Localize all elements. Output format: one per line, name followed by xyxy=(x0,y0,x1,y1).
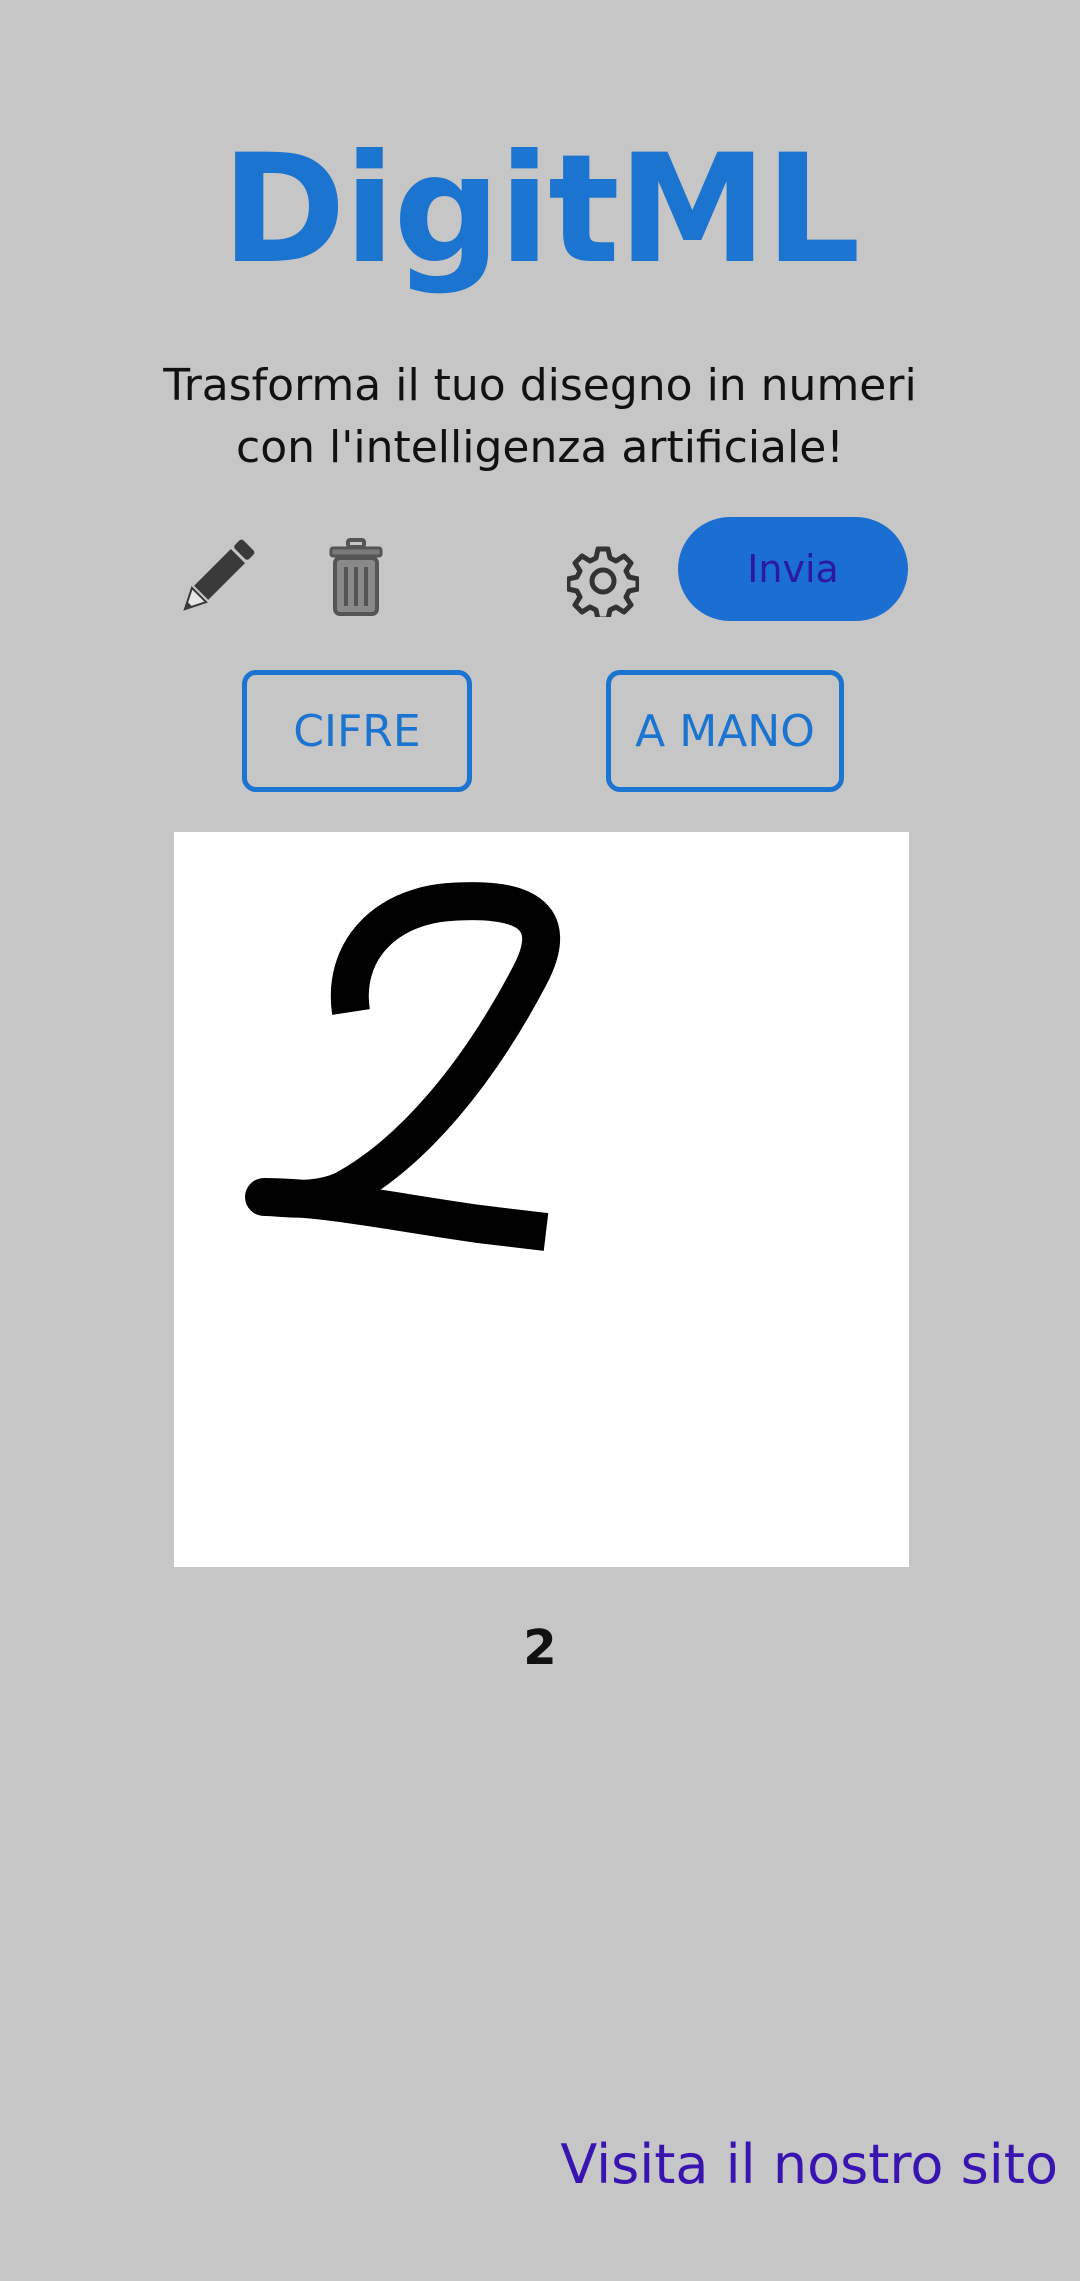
clear-button[interactable] xyxy=(316,530,396,626)
subtitle-line-2: con l'intelligenza artificiale! xyxy=(236,422,844,473)
app-title: DigitML xyxy=(221,123,860,297)
drawing-canvas[interactable] xyxy=(174,832,909,1567)
send-button[interactable]: Invia xyxy=(678,517,908,621)
handwritten-mode-button[interactable]: A MANO xyxy=(606,670,844,792)
gear-icon xyxy=(567,546,639,617)
digits-mode-button[interactable]: CIFRE xyxy=(242,670,472,792)
website-link[interactable]: Visita il nostro sito xyxy=(560,2130,1058,2200)
drawn-stroke xyxy=(245,882,561,1251)
subtitle-line-1: Trasforma il tuo disegno in numeri xyxy=(163,360,917,411)
subtitle: Trasforma il tuo disegno in numeri con l… xyxy=(0,355,1080,479)
pencil-icon xyxy=(183,539,255,611)
trash-icon xyxy=(329,538,383,616)
pencil-button[interactable] xyxy=(168,530,264,626)
prediction-result: 2 xyxy=(523,1620,557,1676)
settings-button[interactable] xyxy=(562,540,644,622)
